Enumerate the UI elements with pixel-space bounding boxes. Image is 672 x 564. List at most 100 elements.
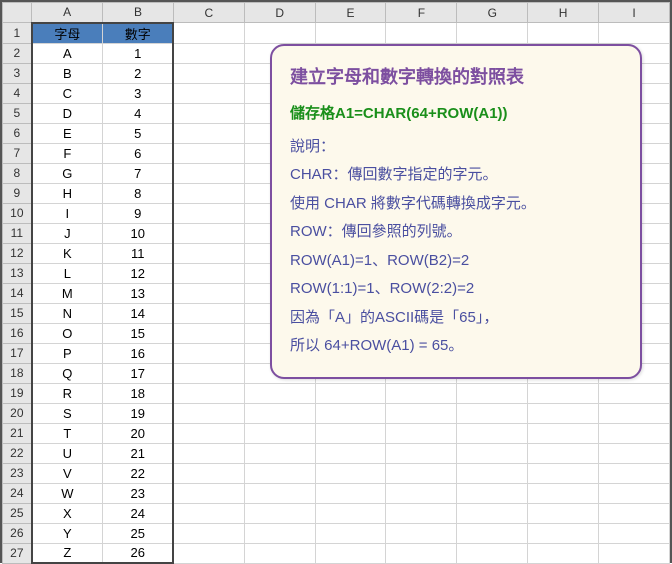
cell[interactable]: 字母 [32,23,103,44]
cell[interactable] [173,63,244,83]
cell[interactable] [315,483,386,503]
cell[interactable] [315,463,386,483]
row-header[interactable]: 12 [3,243,32,263]
cell[interactable]: V [32,463,103,483]
col-header-H[interactable]: H [528,3,599,23]
cell[interactable] [173,323,244,343]
cell[interactable]: 22 [103,463,174,483]
cell[interactable]: X [32,503,103,523]
cell[interactable]: O [32,323,103,343]
cell[interactable]: J [32,223,103,243]
cell[interactable] [173,523,244,543]
cell[interactable] [244,543,315,563]
cell[interactable]: E [32,123,103,143]
cell[interactable]: 7 [103,163,174,183]
cell[interactable] [386,383,457,403]
row-header[interactable]: 14 [3,283,32,303]
cell[interactable]: Y [32,523,103,543]
cell[interactable] [244,523,315,543]
cell[interactable] [244,483,315,503]
row-header[interactable]: 17 [3,343,32,363]
cell[interactable] [244,443,315,463]
row-header[interactable]: 19 [3,383,32,403]
cell[interactable]: 9 [103,203,174,223]
cell[interactable] [386,483,457,503]
row-header[interactable]: 26 [3,523,32,543]
cell[interactable] [315,543,386,563]
cell[interactable] [173,283,244,303]
cell[interactable] [244,403,315,423]
cell[interactable] [599,423,670,443]
cell[interactable] [528,423,599,443]
row-header[interactable]: 7 [3,143,32,163]
col-header-D[interactable]: D [244,3,315,23]
col-header-F[interactable]: F [386,3,457,23]
row-header[interactable]: 25 [3,503,32,523]
cell[interactable] [528,483,599,503]
cell[interactable]: 18 [103,383,174,403]
cell[interactable] [457,383,528,403]
col-header-A[interactable]: A [32,3,103,23]
cell[interactable]: I [32,203,103,223]
cell[interactable] [173,543,244,563]
row-header[interactable]: 1 [3,23,32,44]
cell[interactable] [244,383,315,403]
cell[interactable] [173,243,244,263]
cell[interactable] [599,483,670,503]
cell[interactable]: 13 [103,283,174,303]
cell[interactable]: U [32,443,103,463]
cell[interactable] [457,483,528,503]
cell[interactable]: N [32,303,103,323]
row-header[interactable]: 22 [3,443,32,463]
cell[interactable] [528,383,599,403]
row-header[interactable]: 20 [3,403,32,423]
cell[interactable] [244,463,315,483]
cell[interactable] [457,423,528,443]
cell[interactable]: 23 [103,483,174,503]
cell[interactable]: 4 [103,103,174,123]
col-header-C[interactable]: C [173,3,244,23]
cell[interactable] [173,303,244,323]
cell[interactable] [386,463,457,483]
cell[interactable]: Z [32,543,103,563]
cell[interactable]: G [32,163,103,183]
row-header[interactable]: 15 [3,303,32,323]
cell[interactable] [173,403,244,423]
cell[interactable] [173,463,244,483]
row-header[interactable]: 10 [3,203,32,223]
cell[interactable]: D [32,103,103,123]
row-header[interactable]: 11 [3,223,32,243]
cell[interactable] [244,503,315,523]
row-header[interactable]: 8 [3,163,32,183]
col-header-I[interactable]: I [599,3,670,23]
cell[interactable] [173,43,244,63]
cell[interactable]: 19 [103,403,174,423]
cell[interactable] [173,223,244,243]
cell[interactable]: Q [32,363,103,383]
cell[interactable]: L [32,263,103,283]
cell[interactable] [528,523,599,543]
cell[interactable]: 12 [103,263,174,283]
cell[interactable]: 2 [103,63,174,83]
cell[interactable] [528,443,599,463]
cell[interactable]: H [32,183,103,203]
cell[interactable] [173,443,244,463]
cell[interactable] [599,403,670,423]
cell[interactable]: 10 [103,223,174,243]
cell[interactable] [386,503,457,523]
cell[interactable] [173,383,244,403]
cell[interactable] [599,463,670,483]
row-header[interactable]: 24 [3,483,32,503]
cell[interactable] [528,463,599,483]
cell[interactable] [386,23,457,44]
cell[interactable] [457,543,528,563]
col-header-E[interactable]: E [315,3,386,23]
cell[interactable] [173,183,244,203]
cell[interactable]: 24 [103,503,174,523]
cell[interactable] [315,423,386,443]
row-header[interactable]: 2 [3,43,32,63]
cell[interactable] [386,423,457,443]
cell[interactable] [173,203,244,223]
cell[interactable]: 1 [103,43,174,63]
cell[interactable] [173,103,244,123]
